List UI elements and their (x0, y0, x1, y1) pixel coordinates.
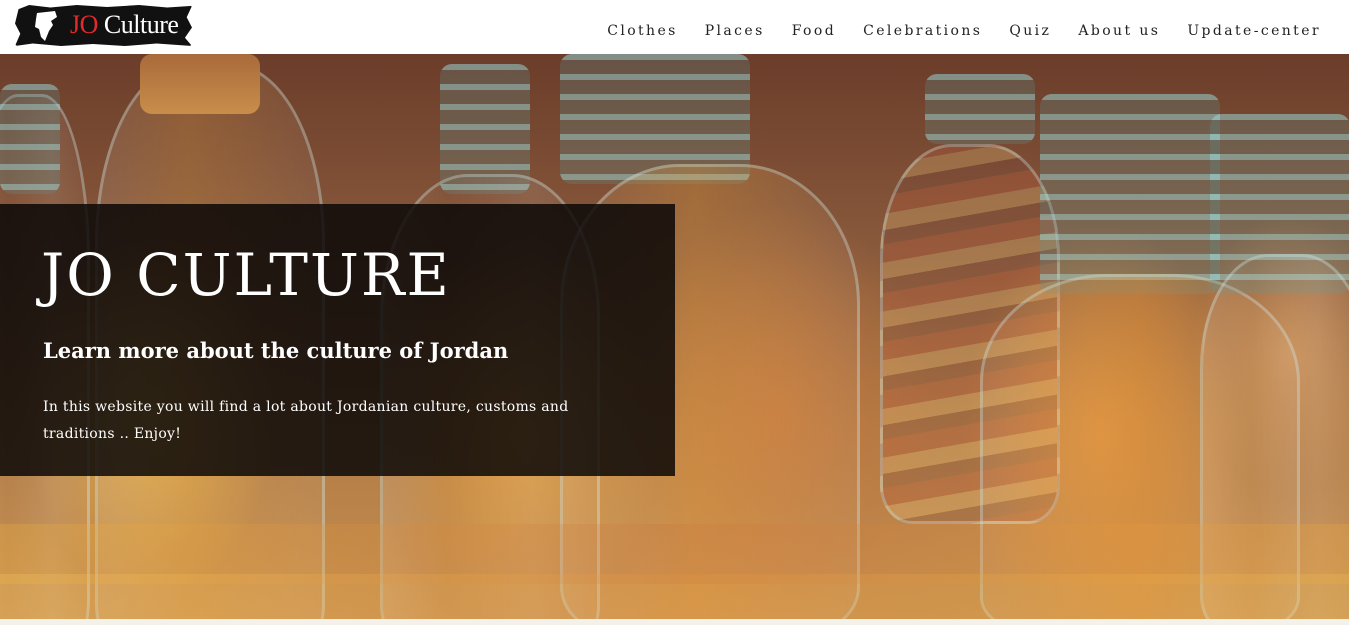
site-logo[interactable]: JO Culture (15, 5, 192, 46)
nav-link-places[interactable]: Places (705, 14, 765, 40)
hero-section: JO CULTURE Learn more about the culture … (0, 54, 1349, 625)
logo-text-prefix: JO (70, 10, 98, 39)
main-nav: Clothes Places Food Celebrations Quiz Ab… (607, 0, 1321, 54)
logo-text-suffix: Culture (97, 10, 179, 39)
nav-link-food[interactable]: Food (792, 14, 836, 40)
hero-subtitle: Learn more about the culture of Jordan (43, 338, 509, 363)
hero-description: In this website you will find a lot abou… (43, 399, 569, 442)
logo-text: JO Culture (70, 9, 179, 41)
hero-title: JO CULTURE (41, 241, 451, 309)
hero-overlay-panel: JO CULTURE Learn more about the culture … (0, 204, 675, 476)
jordan-map-icon (35, 11, 57, 41)
nav-link-update-center[interactable]: Update-center (1187, 14, 1321, 40)
nav-link-celebrations[interactable]: Celebrations (863, 14, 982, 40)
nav-link-about-us[interactable]: About us (1078, 14, 1160, 40)
site-header: JO Culture Clothes Places Food Celebrati… (0, 0, 1349, 54)
nav-link-quiz[interactable]: Quiz (1009, 14, 1051, 40)
hero-bottom-divider (0, 619, 1349, 625)
nav-link-clothes[interactable]: Clothes (607, 14, 678, 40)
